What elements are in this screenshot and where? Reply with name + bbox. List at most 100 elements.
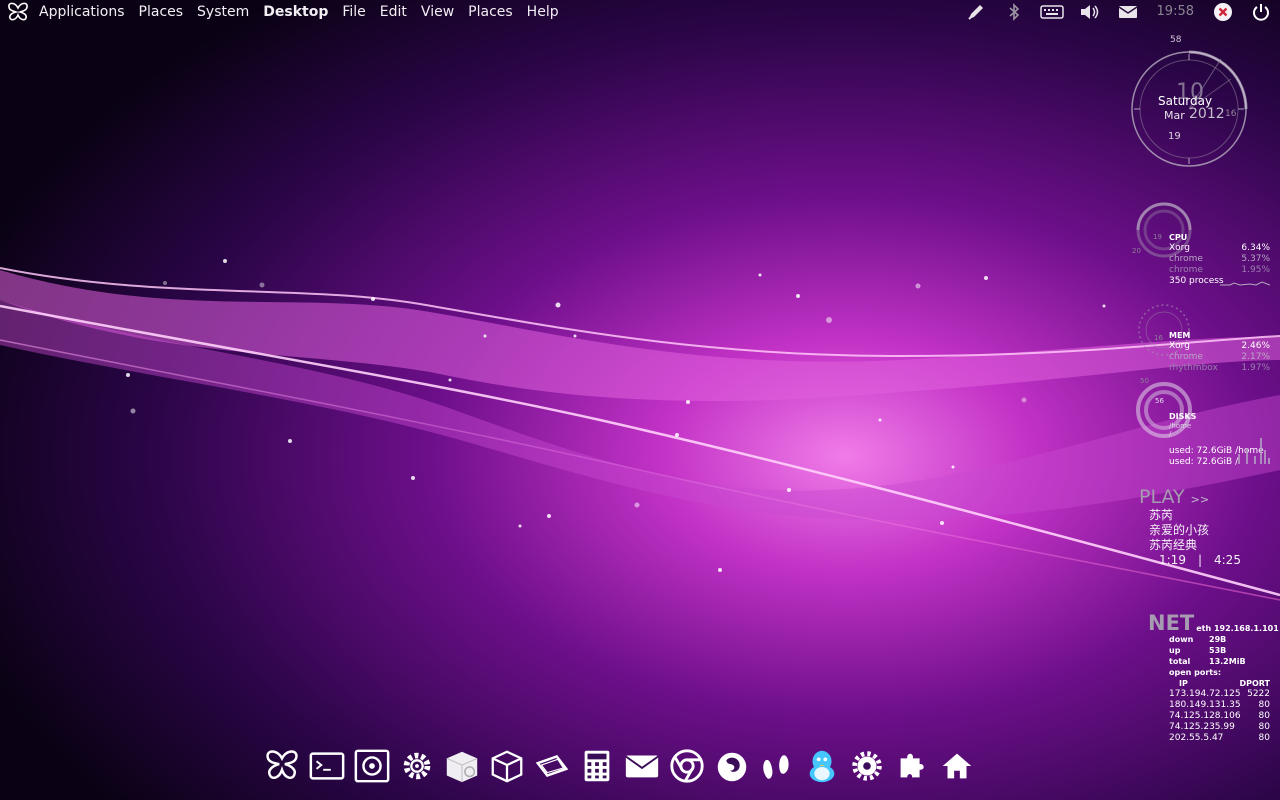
cpu-proc-value: 5.37% — [1241, 254, 1270, 264]
active-app-title[interactable]: Desktop — [256, 0, 335, 24]
net-up: 53B — [1209, 646, 1227, 655]
close-circle-icon[interactable] — [1204, 0, 1242, 24]
net-col-port: DPORT — [1239, 679, 1270, 688]
net-total: 13.2MiB — [1209, 657, 1246, 666]
port-number: 5222 — [1247, 689, 1270, 699]
clock-minute-mark: 16 — [1225, 109, 1237, 119]
menu-help[interactable]: Help — [520, 0, 566, 24]
cpu-process-count: 350 process — [1169, 276, 1224, 286]
port-number: 80 — [1258, 700, 1270, 710]
net-ports-list: 173.194.72.125 5222 180.149.131.35 80 74.1… — [1169, 689, 1274, 744]
net-total-label: total — [1169, 657, 1191, 666]
menu-applications[interactable]: Applications — [32, 0, 132, 24]
clock-month: Mar — [1164, 109, 1185, 122]
net-label: NET — [1148, 611, 1195, 635]
disks-io-graph — [1238, 438, 1270, 464]
application-dock — [262, 744, 982, 788]
disks-title: DISKS — [1169, 412, 1197, 421]
qq-penguin-icon[interactable] — [802, 746, 842, 786]
disks-dial-hi: 50 — [1140, 377, 1149, 385]
bluetooth-icon[interactable] — [995, 0, 1033, 24]
port-ip: 202.55.5.47 — [1169, 733, 1224, 743]
power-icon[interactable] — [1242, 0, 1280, 24]
cpu-proc-name: chrome — [1169, 254, 1203, 264]
cpu-proc-name: Xorg — [1169, 243, 1190, 253]
cpu-title: CPU — [1169, 233, 1188, 242]
list-item: 202.55.5.47 80 — [1169, 733, 1270, 744]
terminal-icon[interactable] — [307, 746, 347, 786]
menu-edit[interactable]: Edit — [373, 0, 414, 24]
network-monitor-widget: NET eth 192.168.1.101 down 29B up 53B tota… — [1148, 611, 1279, 748]
player-track: 亲爱的小孩 — [1149, 523, 1210, 537]
mem-proc-value: 2.46% — [1241, 341, 1270, 351]
calculator-icon[interactable] — [577, 746, 617, 786]
port-ip: 74.125.235.99 — [1169, 722, 1235, 732]
music-player-widget: PLAY >> 苏芮 亲爱的小孩 苏芮经典 1:19 | 4:25 — [1139, 486, 1269, 572]
disks-dial-lo: 56 — [1155, 397, 1164, 405]
net-open-ports-label: open ports: — [1169, 668, 1222, 677]
firefox-icon[interactable] — [712, 746, 752, 786]
package-icon[interactable] — [487, 746, 527, 786]
player-label: PLAY — [1139, 486, 1185, 508]
cpu-graph — [1220, 281, 1270, 286]
player-artist: 苏芮 — [1149, 508, 1174, 522]
player-elapsed: 1:19 — [1159, 553, 1186, 567]
butterfly-logo-icon[interactable] — [6, 0, 30, 24]
net-col-ip: IP — [1179, 679, 1188, 688]
mail-icon[interactable] — [622, 746, 662, 786]
pen-icon[interactable] — [957, 0, 995, 24]
player-separator: | — [1197, 553, 1202, 567]
net-interface: eth 192.168.1.101 — [1196, 624, 1279, 633]
settings-gear-icon[interactable] — [397, 746, 437, 786]
list-item: 74.125.128.106 80 — [1169, 711, 1270, 722]
desktop-wallpaper — [0, 0, 1280, 800]
home-icon[interactable] — [937, 746, 977, 786]
keyboard-icon[interactable] — [1033, 0, 1071, 24]
list-item: 173.194.72.125 5222 — [1169, 689, 1270, 700]
menu-file[interactable]: File — [335, 0, 372, 24]
system-settings-icon[interactable] — [847, 746, 887, 786]
mem-title: MEM — [1169, 331, 1191, 340]
menu-places[interactable]: Places — [132, 0, 191, 24]
panel-clock[interactable]: 19:58 — [1147, 0, 1204, 24]
mail-icon[interactable] — [1109, 0, 1147, 24]
mem-proc-value: 1.97% — [1241, 363, 1270, 373]
disks-monitor-widget: 50 56 DISKS /home / used: 72.6GiB /home … — [1132, 376, 1274, 470]
mem-proc-name: rhythmbox — [1169, 363, 1218, 373]
image-viewer-icon[interactable] — [532, 746, 572, 786]
menu-places-2[interactable]: Places — [461, 0, 520, 24]
chrome-icon[interactable] — [667, 746, 707, 786]
port-ip: 74.125.128.106 — [1169, 711, 1241, 721]
list-item: 74.125.235.99 80 — [1169, 722, 1270, 733]
volume-icon[interactable] — [1071, 0, 1109, 24]
port-ip: 180.149.131.35 — [1169, 700, 1241, 710]
player-arrow[interactable]: >> — [1191, 493, 1209, 506]
cpu-dial-lo: 20 — [1132, 247, 1141, 255]
net-down: 29B — [1209, 635, 1227, 644]
cpu-proc-value: 6.34% — [1241, 243, 1270, 253]
feet-icon[interactable] — [757, 746, 797, 786]
port-number: 80 — [1258, 711, 1270, 721]
clock-hour-mark: 19 — [1168, 131, 1181, 142]
clock-year: 2012 — [1189, 106, 1225, 122]
port-number: 80 — [1258, 733, 1270, 743]
butterfly-icon[interactable] — [262, 746, 302, 786]
port-ip: 173.194.72.125 — [1169, 689, 1241, 699]
clock-widget: 58 10 Saturday Mar 2012 16 19 — [1126, 34, 1252, 170]
monitor-icon[interactable] — [352, 746, 392, 786]
net-up-label: up — [1169, 646, 1181, 655]
player-album: 苏芮经典 — [1149, 538, 1198, 552]
mem-dial-mark: 16 — [1154, 334, 1163, 342]
clock-seconds: 58 — [1170, 35, 1182, 45]
memory-monitor-widget: 16 MEM Xorg 2.46% chrome 2.17% rhythmbox 1.… — [1132, 300, 1274, 376]
disks-mount-home: /home — [1169, 422, 1192, 430]
menu-view[interactable]: View — [414, 0, 461, 24]
mem-proc-name: Xorg — [1169, 341, 1190, 351]
mem-proc-value: 2.17% — [1241, 352, 1270, 362]
cpu-proc-name: chrome — [1169, 265, 1203, 275]
puzzle-icon[interactable] — [892, 746, 932, 786]
system-tray: 19:58 — [957, 0, 1280, 24]
menu-system[interactable]: System — [190, 0, 256, 24]
disk-drive-icon[interactable] — [442, 746, 482, 786]
cpu-monitor-widget: 19 20 CPU Xorg 6.34% chrome 5.37% chrome 1.… — [1132, 200, 1274, 292]
